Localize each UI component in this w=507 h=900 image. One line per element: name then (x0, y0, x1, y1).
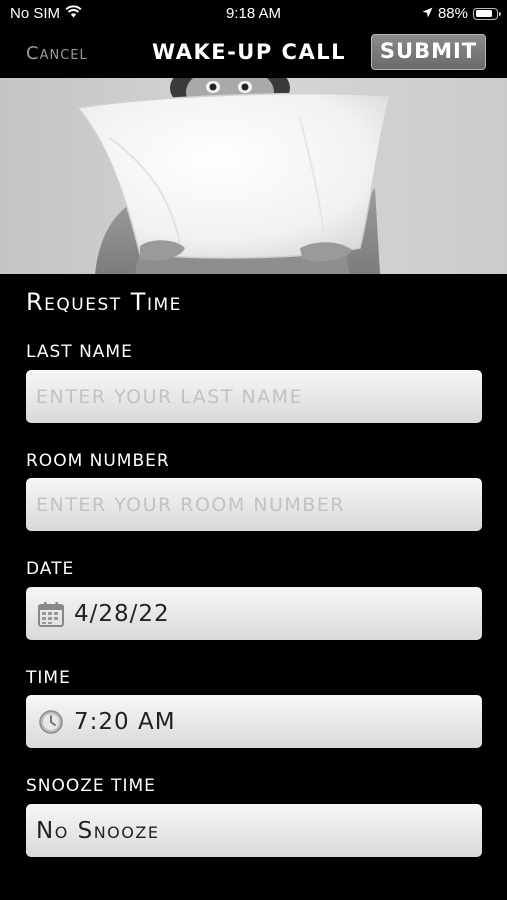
date-value: 4/28/22 (74, 600, 170, 627)
snooze-time-label: SNOOZE TIME (26, 776, 156, 796)
location-arrow-icon (422, 5, 433, 22)
nav-bar: Cancel WAKE-UP CALL SUBMIT (0, 30, 507, 78)
calendar-icon (36, 599, 66, 629)
cancel-button[interactable]: Cancel (26, 43, 88, 64)
snooze-time-value: No Snooze (36, 817, 160, 844)
clock-icon (36, 707, 66, 737)
last-name-label: LAST NAME (26, 342, 133, 362)
last-name-field[interactable]: ENTER YOUR LAST NAME (26, 370, 482, 423)
status-bar: No SIM 9:18 AM 88% (0, 0, 507, 30)
snooze-time-select[interactable]: No Snooze (26, 804, 482, 857)
submit-button[interactable]: SUBMIT (371, 34, 486, 70)
date-label: DATE (26, 559, 75, 579)
room-number-label: ROOM NUMBER (26, 451, 170, 471)
time-label: TIME (26, 668, 71, 688)
room-number-placeholder: ENTER YOUR ROOM NUMBER (36, 493, 346, 516)
battery-percent: 88% (437, 5, 468, 22)
status-right: 88% (422, 5, 501, 22)
date-field[interactable]: 4/28/22 (26, 587, 482, 640)
last-name-placeholder: ENTER YOUR LAST NAME (36, 385, 304, 408)
battery-fill (475, 10, 493, 17)
section-title: Request Time (26, 288, 182, 316)
battery-icon (473, 7, 501, 20)
page-title: WAKE-UP CALL (152, 40, 346, 64)
hero-image (0, 78, 507, 274)
time-value: 7:20 AM (74, 708, 176, 735)
time-field[interactable]: 7:20 AM (26, 695, 482, 748)
room-number-field[interactable]: ENTER YOUR ROOM NUMBER (26, 478, 482, 531)
